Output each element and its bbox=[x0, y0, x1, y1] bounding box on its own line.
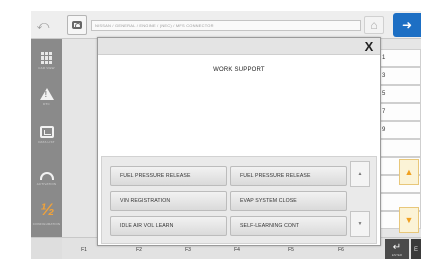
grid-cell: 5 bbox=[378, 85, 421, 103]
warning-icon bbox=[39, 88, 54, 100]
evap-system-close-button[interactable]: EVAP SYSTEM CLOSE bbox=[230, 191, 347, 211]
sidebar-item-data-list[interactable]: DATA LIST bbox=[31, 117, 62, 153]
sidebar-item-label: CAR VIEW bbox=[38, 66, 55, 70]
gauge-icon bbox=[39, 172, 54, 180]
grid-cell: 3 bbox=[378, 67, 421, 85]
chevron-up-icon: ▲ bbox=[357, 171, 363, 177]
navigate-button[interactable]: ➜ bbox=[393, 13, 421, 37]
extra-key[interactable]: E bbox=[411, 239, 421, 259]
chart-icon bbox=[39, 126, 54, 138]
grid-cell bbox=[378, 139, 421, 157]
back-arrow-icon[interactable]: ⤺ bbox=[33, 15, 53, 35]
home-icon[interactable]: ⌂ bbox=[364, 16, 384, 34]
fuel-pressure-release-button[interactable]: FUEL PRESSURE RELEASE bbox=[110, 166, 227, 186]
sidebar-item-label: DATA LIST bbox=[38, 140, 55, 144]
top-toolbar: ⤺ NISSAN / GENERAL / ENGINE / (NEC) / MF… bbox=[31, 11, 421, 39]
sidebar-item-label: ACTIVATION bbox=[36, 182, 57, 186]
grid-cell: 9 bbox=[378, 121, 421, 139]
chevron-down-icon: ▼ bbox=[404, 215, 414, 225]
close-icon[interactable]: X bbox=[361, 38, 377, 54]
breadcrumb: NISSAN / GENERAL / ENGINE / (NEC) / MFS … bbox=[91, 20, 361, 31]
chevron-up-icon: ▲ bbox=[404, 167, 414, 177]
work-support-button-panel: FUEL PRESSURE RELEASE FUEL PRESSURE RELE… bbox=[101, 156, 377, 244]
enter-caption: ENTER bbox=[391, 253, 403, 257]
dialog-header: X bbox=[98, 38, 380, 55]
sidebar-item-label: DTC bbox=[43, 102, 50, 106]
grid-cell: 7 bbox=[378, 103, 421, 121]
self-learning-cont-button[interactable]: SELF-LEARNING CONT bbox=[230, 216, 347, 236]
chevron-down-icon: ▼ bbox=[357, 221, 363, 227]
sidebar-item-label: CONFIGURATION bbox=[32, 222, 61, 226]
idle-air-vol-learn-button[interactable]: IDLE AIR VOL LEARN bbox=[110, 216, 227, 236]
enter-button[interactable]: ↵ ENTER bbox=[385, 239, 409, 259]
list-scroll-up-button[interactable]: ▲ bbox=[399, 159, 419, 185]
function-key-spacer bbox=[31, 238, 62, 259]
sidebar: CAR VIEW DTC DATA LIST ACTIVATION ½ CONF… bbox=[31, 39, 62, 237]
dialog-title: WORK SUPPORT bbox=[213, 67, 265, 73]
sidebar-item-car-view[interactable]: CAR VIEW bbox=[31, 43, 62, 79]
sidebar-item-activation[interactable]: ACTIVATION bbox=[31, 161, 62, 197]
sidebar-item-configuration[interactable]: ½ CONFIGURATION bbox=[31, 195, 62, 231]
fraction-icon: ½ bbox=[40, 200, 54, 219]
sidebar-item-dtc[interactable]: DTC bbox=[31, 79, 62, 115]
scroll-up-button[interactable]: ▲ bbox=[350, 161, 370, 187]
vin-registration-button[interactable]: VIN REGISTRATION bbox=[110, 191, 227, 211]
fuel-pressure-release-button-2[interactable]: FUEL PRESSURE RELEASE bbox=[230, 166, 347, 186]
enter-icon: ↵ bbox=[392, 242, 402, 253]
grid-cell: 1 bbox=[378, 49, 421, 67]
camera-icon[interactable] bbox=[67, 15, 87, 35]
work-support-dialog: X WORK SUPPORT FUEL PRESSURE RELEASE FUE… bbox=[97, 37, 381, 246]
list-scroll-down-button[interactable]: ▼ bbox=[399, 207, 419, 233]
grid-icon bbox=[40, 52, 53, 64]
scan-tool-screen: ⤺ NISSAN / GENERAL / ENGINE / (NEC) / MF… bbox=[31, 11, 421, 259]
scroll-down-button[interactable]: ▼ bbox=[350, 211, 370, 237]
